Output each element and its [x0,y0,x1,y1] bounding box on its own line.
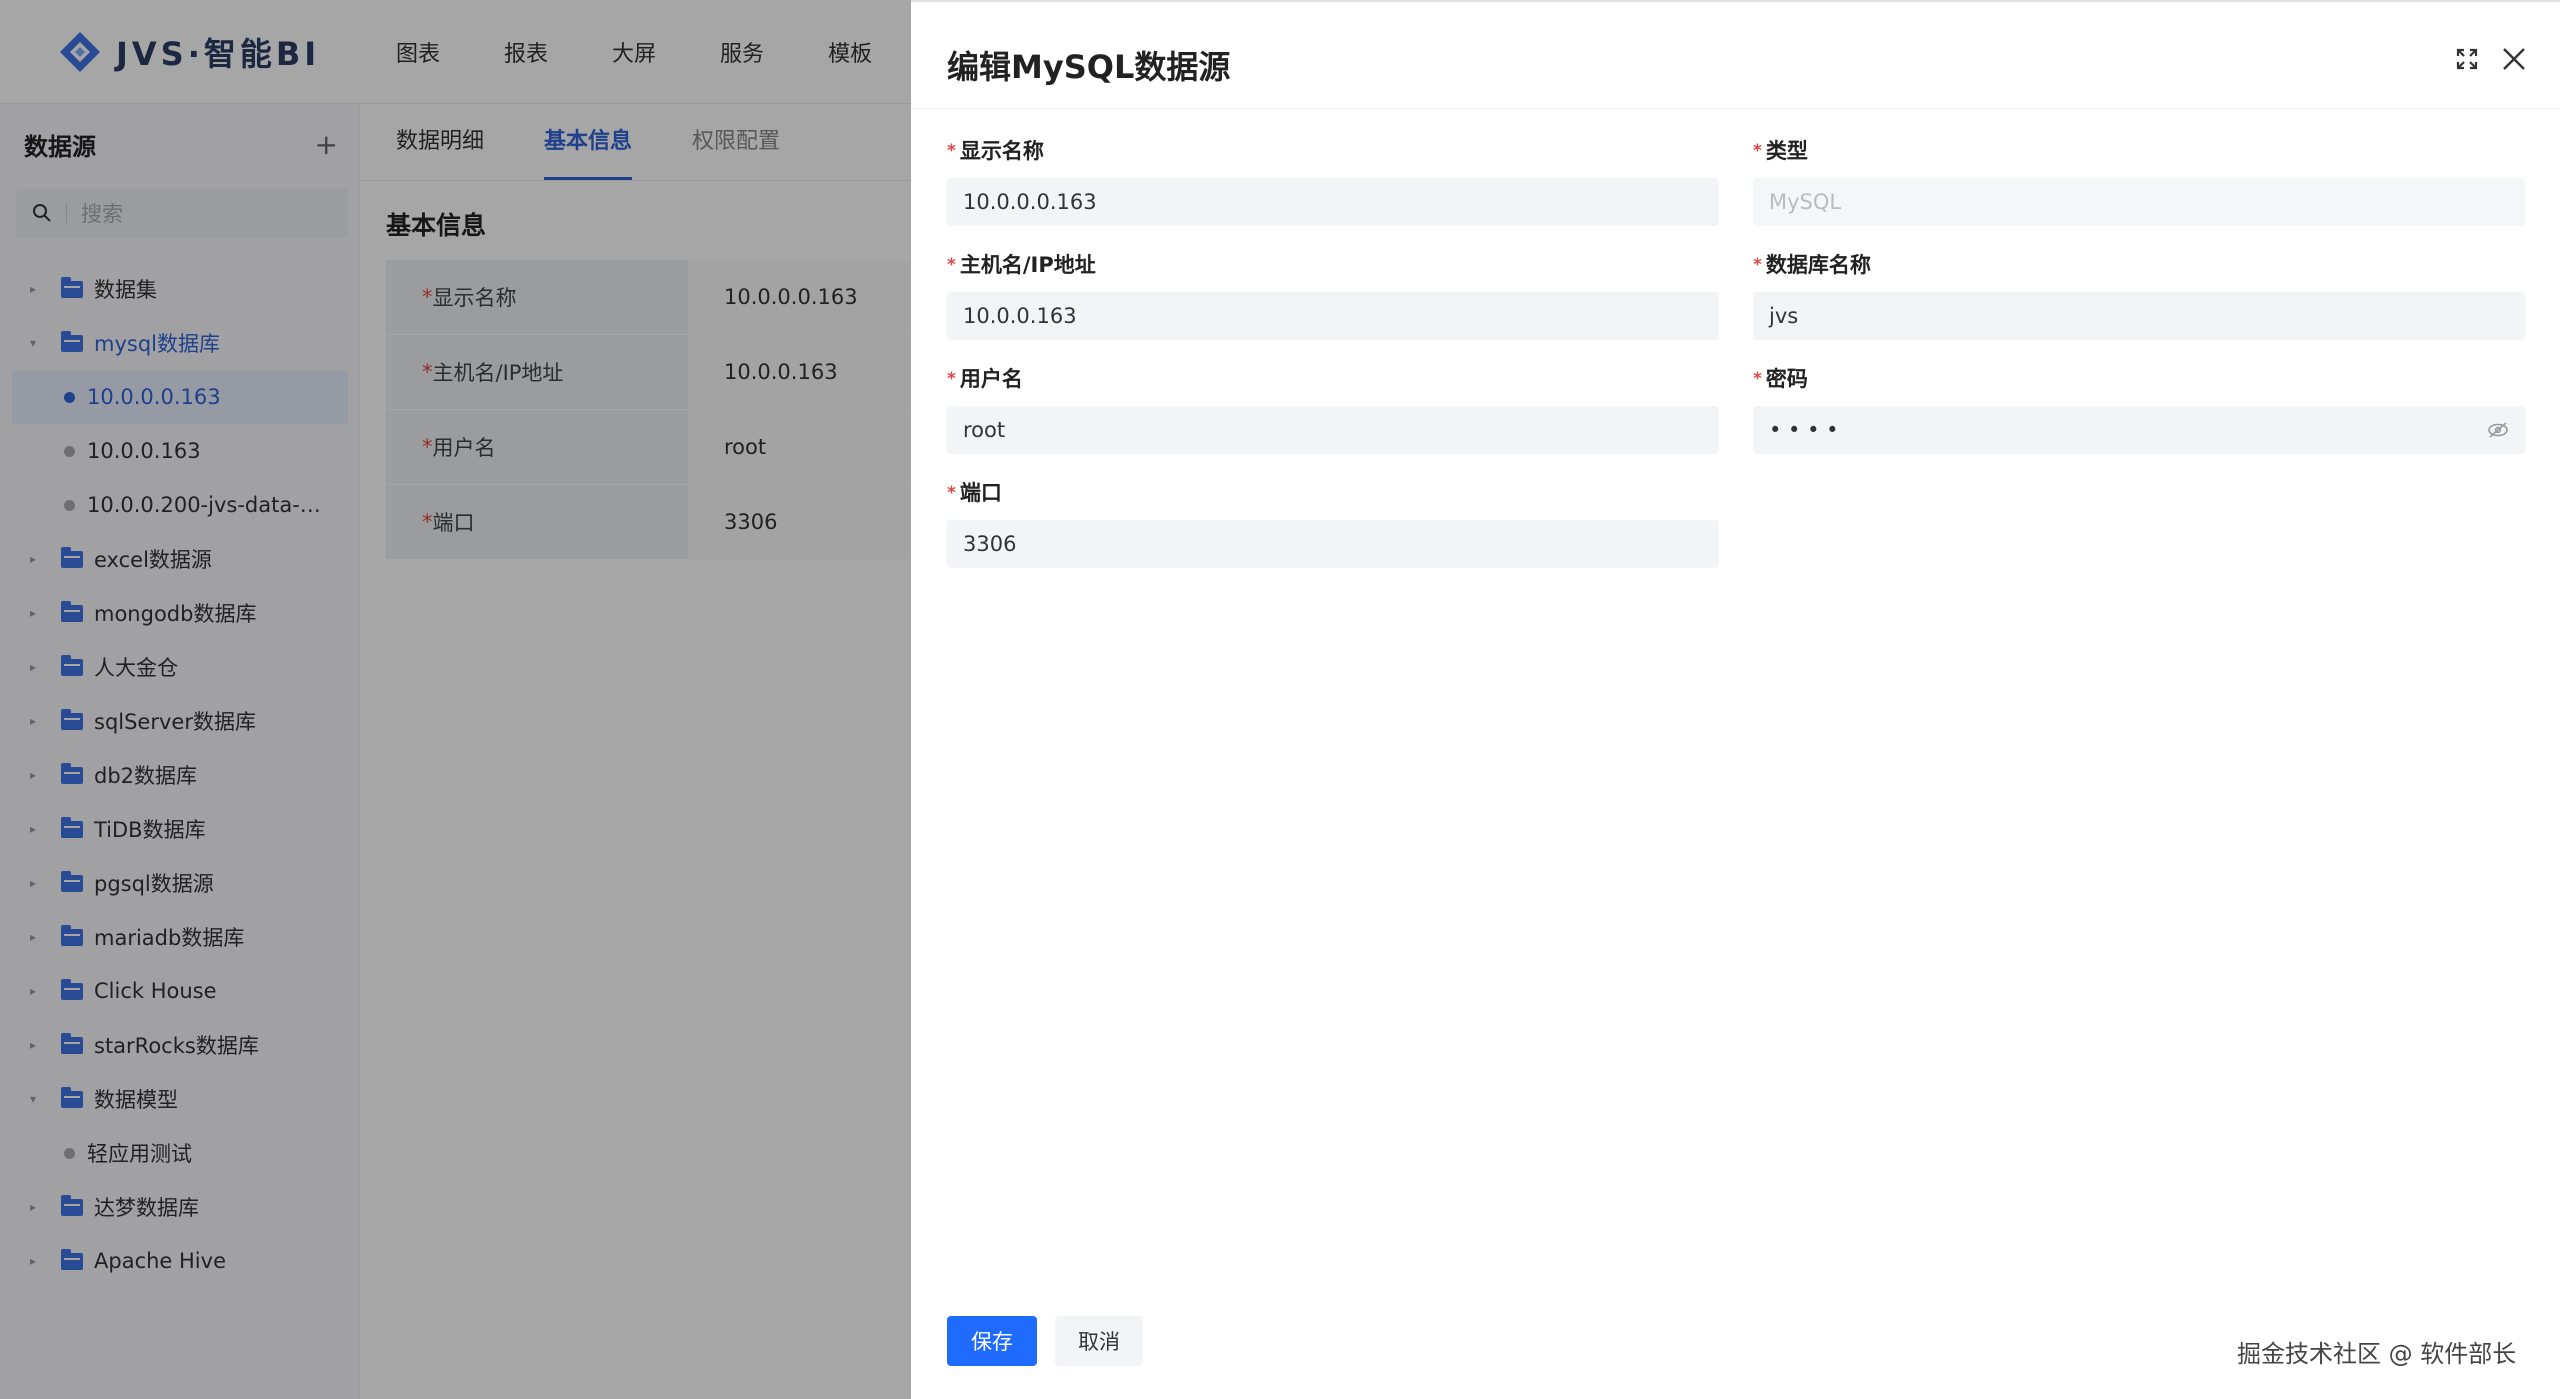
password-field: * 密码 • • • • [1753,364,2525,454]
close-icon[interactable] [2501,46,2527,72]
required-mark: * [1753,141,1762,161]
required-mark: * [1753,255,1762,275]
password-input[interactable]: • • • • [1753,406,2525,454]
port-input[interactable]: 3306 [947,520,1719,568]
field-label: * 用户名 [947,364,1719,394]
field-label: * 类型 [1753,136,2525,166]
required-mark: * [947,141,956,161]
edit-datasource-drawer: 编辑MySQL数据源 * 显示名称 10.0.0.0.163 * 类型 MySQL … [911,0,2560,1399]
db-name-input[interactable]: jvs [1753,292,2525,340]
required-mark: * [947,483,956,503]
field-label-text: 主机名/IP地址 [959,253,1096,277]
host-input[interactable]: 10.0.0.163 [947,292,1719,340]
save-button[interactable]: 保存 [947,1316,1037,1366]
fullscreen-icon[interactable] [2454,46,2480,72]
required-mark: * [947,369,956,389]
drawer-header-divider [911,108,2560,109]
field-label: * 密码 [1753,364,2525,394]
field-label: * 数据库名称 [1753,250,2525,280]
required-mark: * [1753,369,1762,389]
display-name-field: * 显示名称 10.0.0.0.163 [947,136,1719,226]
type-input: MySQL [1753,178,2525,226]
host-field: * 主机名/IP地址 10.0.0.163 [947,250,1719,340]
db-name-field: * 数据库名称 jvs [1753,250,2525,340]
drawer-title: 编辑MySQL数据源 [947,48,1231,86]
type-field: * 类型 MySQL [1753,136,2525,226]
port-field: * 端口 3306 [947,478,1719,568]
field-label: * 显示名称 [947,136,1719,166]
field-label-text: 类型 [1765,139,1808,163]
field-label-text: 密码 [1765,367,1808,391]
field-label-text: 显示名称 [959,139,1044,163]
display-name-input[interactable]: 10.0.0.0.163 [947,178,1719,226]
field-label-text: 数据库名称 [1765,253,1871,277]
credit-watermark: 掘金技术社区 @ 软件部长 [2237,1340,2517,1368]
field-label-text: 端口 [959,481,1002,505]
field-label-text: 用户名 [959,367,1023,391]
username-field: * 用户名 root [947,364,1719,454]
field-label: * 主机名/IP地址 [947,250,1719,280]
cancel-button[interactable]: 取消 [1055,1316,1143,1366]
password-mask: • • • • [1769,418,1839,442]
field-label: * 端口 [947,478,1719,508]
eye-hidden-icon[interactable] [2487,420,2509,440]
username-input[interactable]: root [947,406,1719,454]
required-mark: * [947,255,956,275]
